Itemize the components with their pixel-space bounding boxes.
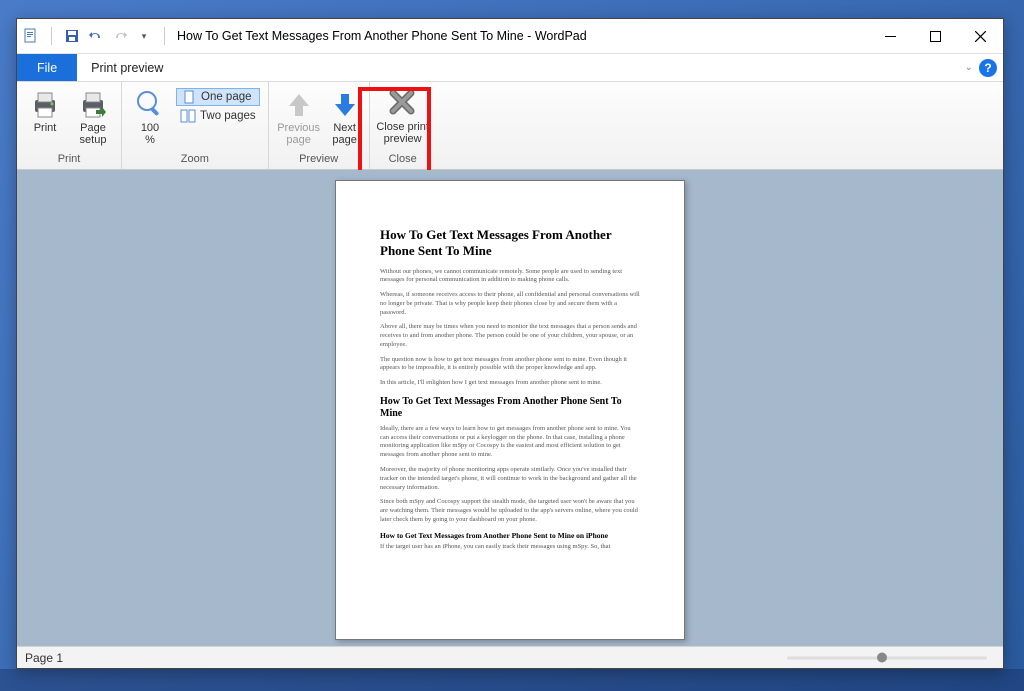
next-l1: Next xyxy=(333,122,356,134)
doc-p: Since both mSpy and Cocospy support the … xyxy=(380,498,640,524)
group-print-label: Print xyxy=(58,153,81,168)
redo-icon[interactable] xyxy=(112,28,128,44)
next-l2: page xyxy=(332,134,356,146)
arrow-up-icon xyxy=(283,88,315,120)
print-button[interactable]: Print xyxy=(21,86,69,136)
print-label: Print xyxy=(34,122,57,134)
two-pages-icon xyxy=(180,109,196,123)
group-zoom: 100 % One page Two pages Zoom xyxy=(122,82,269,169)
page-setup-label-2: setup xyxy=(80,134,107,146)
group-close: Close print preview Close xyxy=(370,82,436,169)
ribbon: Print Page setup Print 100 xyxy=(17,82,1003,170)
minimize-button[interactable] xyxy=(868,19,913,53)
doc-heading-2: How To Get Text Messages From Another Ph… xyxy=(380,396,640,421)
page-setup-label-1: Page xyxy=(80,122,106,134)
doc-p: The question now is how to get text mess… xyxy=(380,356,640,374)
doc-p: If the target user has an iPhone, you ca… xyxy=(380,543,640,552)
group-preview-label: Preview xyxy=(299,153,338,168)
close-print-preview-button[interactable]: Close print preview xyxy=(372,86,434,146)
previous-page-button: Previous page xyxy=(273,86,325,148)
one-page-icon xyxy=(181,90,197,104)
zoom-slider[interactable] xyxy=(787,656,987,659)
qat-dropdown-icon[interactable]: ▾ xyxy=(136,28,152,44)
zoom-100-l1: 100 xyxy=(141,122,159,134)
prev-l2: page xyxy=(286,134,310,146)
group-zoom-label: Zoom xyxy=(181,153,209,168)
titlebar: ▾ How To Get Text Messages From Another … xyxy=(17,19,1003,54)
group-print: Print Page setup Print xyxy=(17,82,122,169)
one-page-label: One page xyxy=(201,91,252,103)
window-title: How To Get Text Messages From Another Ph… xyxy=(177,29,587,43)
doc-heading-3: How to Get Text Messages from Another Ph… xyxy=(380,531,640,540)
doc-p: Without our phones, we cannot communicat… xyxy=(380,268,640,286)
doc-p: In this article, I'll enlighten how I ge… xyxy=(380,379,640,388)
magnifier-icon xyxy=(134,88,166,120)
doc-p: Ideally, there are a few ways to learn h… xyxy=(380,425,640,460)
preview-area[interactable]: How To Get Text Messages From Another Ph… xyxy=(17,170,1003,646)
one-page-button[interactable]: One page xyxy=(176,88,260,106)
doc-p: Whereas, if someone receives access to t… xyxy=(380,291,640,317)
save-icon[interactable] xyxy=(64,28,80,44)
app-icon xyxy=(23,28,39,44)
arrow-down-icon xyxy=(329,88,361,120)
page-setup-button[interactable]: Page setup xyxy=(69,86,117,148)
next-page-button[interactable]: Next page xyxy=(325,86,365,148)
two-pages-label: Two pages xyxy=(200,110,256,122)
tab-file[interactable]: File xyxy=(17,54,77,81)
undo-icon[interactable] xyxy=(88,28,104,44)
tab-print-preview[interactable]: Print preview xyxy=(77,54,177,81)
doc-p: Above all, there may be times when you n… xyxy=(380,323,640,349)
app-window: ▾ How To Get Text Messages From Another … xyxy=(16,18,1004,669)
help-icon[interactable]: ? xyxy=(979,59,997,77)
preview-page: How To Get Text Messages From Another Ph… xyxy=(335,180,685,640)
close-button[interactable] xyxy=(958,19,1003,53)
status-page: Page 1 xyxy=(25,651,63,665)
two-pages-button[interactable]: Two pages xyxy=(176,108,260,124)
tab-row: File Print preview ⌄ ? xyxy=(17,54,1003,82)
close-x-icon xyxy=(387,87,419,119)
zoom-100-l2: % xyxy=(145,134,155,146)
group-close-label: Close xyxy=(389,153,417,168)
doc-p: Moreover, the majority of phone monitori… xyxy=(380,466,640,492)
page-setup-icon xyxy=(77,88,109,120)
printer-icon xyxy=(29,88,61,120)
group-preview: Previous page Next page Preview xyxy=(269,82,370,169)
quick-access-toolbar: ▾ xyxy=(23,27,169,45)
prev-l1: Previous xyxy=(277,122,320,134)
maximize-button[interactable] xyxy=(913,19,958,53)
doc-heading-1: How To Get Text Messages From Another Ph… xyxy=(380,227,640,260)
collapse-ribbon-icon[interactable]: ⌄ xyxy=(965,62,973,73)
close-l2: preview xyxy=(384,133,422,145)
zoom-100-button[interactable]: 100 % xyxy=(130,86,170,148)
close-l1: Close print xyxy=(376,121,429,133)
status-bar: Page 1 xyxy=(17,646,1003,668)
